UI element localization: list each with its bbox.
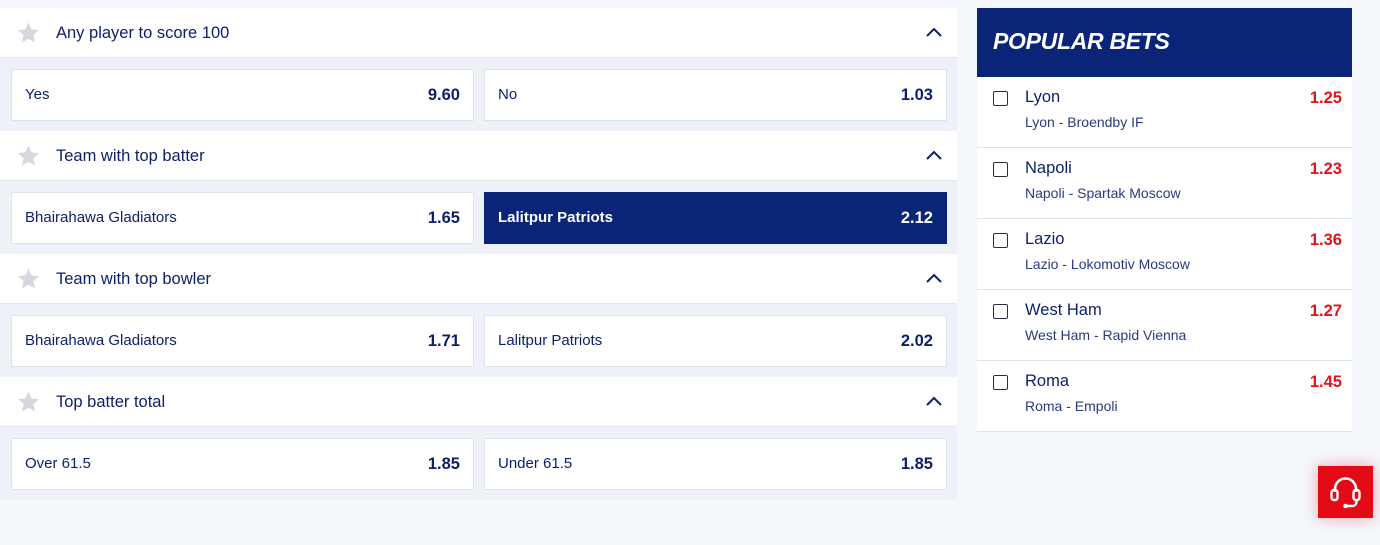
outcome-odd: 1.03 bbox=[900, 86, 933, 104]
market-team-with-top-bowler: Team with top bowler Bhairahawa Gladiato… bbox=[0, 254, 957, 377]
bet-match: Napoli - Spartak Moscow bbox=[1025, 185, 1181, 201]
bet-odd[interactable]: 1.25 bbox=[1310, 89, 1342, 108]
bet-team: Lazio bbox=[1025, 230, 1065, 248]
outcome-name: No bbox=[498, 86, 518, 103]
outcome-odd: 2.02 bbox=[900, 332, 933, 350]
popular-bet-item[interactable]: Lazio Lazio - Lokomotiv Moscow 1.36 bbox=[977, 219, 1352, 290]
market-outcomes: Bhairahawa Gladiators 1.65 Lalitpur Patr… bbox=[0, 181, 957, 254]
bet-odd[interactable]: 1.23 bbox=[1310, 160, 1342, 179]
outcome-button[interactable]: Lalitpur Patriots 2.02 bbox=[484, 315, 947, 367]
bet-checkbox[interactable] bbox=[993, 375, 1008, 390]
star-icon[interactable] bbox=[16, 390, 41, 414]
outcome-button[interactable]: Bhairahawa Gladiators 1.65 bbox=[11, 192, 474, 244]
star-icon[interactable] bbox=[16, 21, 41, 45]
chevron-up-icon[interactable] bbox=[925, 394, 943, 408]
bet-checkbox[interactable] bbox=[993, 233, 1008, 248]
bet-checkbox[interactable] bbox=[993, 304, 1008, 319]
market-outcomes: Bhairahawa Gladiators 1.71 Lalitpur Patr… bbox=[0, 304, 957, 377]
chevron-up-icon[interactable] bbox=[925, 148, 943, 162]
market-title: Team with top batter bbox=[56, 147, 205, 165]
bet-team: West Ham bbox=[1025, 301, 1102, 319]
outcome-name: Bhairahawa Gladiators bbox=[25, 332, 177, 349]
market-title: Top batter total bbox=[56, 393, 166, 411]
bet-team: Napoli bbox=[1025, 159, 1072, 177]
outcome-odd: 1.85 bbox=[427, 455, 460, 473]
outcome-button[interactable]: Bhairahawa Gladiators 1.71 bbox=[11, 315, 474, 367]
bet-match: Lazio - Lokomotiv Moscow bbox=[1025, 256, 1190, 272]
bet-odd[interactable]: 1.36 bbox=[1310, 231, 1342, 250]
outcome-name: Under 61.5 bbox=[498, 455, 573, 472]
bet-team: Lyon bbox=[1025, 88, 1061, 106]
popular-bets-panel: POPULAR BETS Lyon Lyon - Broendby IF 1.2… bbox=[977, 8, 1352, 432]
market-outcomes: Over 61.5 1.85 Under 61.5 1.85 bbox=[0, 427, 957, 500]
outcome-odd: 9.60 bbox=[427, 86, 460, 104]
outcome-name: Bhairahawa Gladiators bbox=[25, 209, 177, 226]
popular-bet-item[interactable]: Roma Roma - Empoli 1.45 bbox=[977, 361, 1352, 432]
outcome-odd: 2.12 bbox=[900, 209, 933, 227]
outcome-name: Yes bbox=[25, 86, 50, 103]
chevron-up-icon[interactable] bbox=[925, 25, 943, 39]
headset-icon bbox=[1330, 477, 1361, 509]
market-team-with-top-batter: Team with top batter Bhairahawa Gladiato… bbox=[0, 131, 957, 254]
popular-bets-title: POPULAR BETS bbox=[977, 8, 1352, 77]
market-any-player-to-score-100: Any player to score 100 Yes 9.60 No 1.03 bbox=[0, 8, 957, 131]
popular-bet-item[interactable]: Lyon Lyon - Broendby IF 1.25 bbox=[977, 77, 1352, 148]
market-header[interactable]: Team with top bowler bbox=[0, 254, 957, 304]
market-header[interactable]: Any player to score 100 bbox=[0, 8, 957, 58]
bet-checkbox[interactable] bbox=[993, 91, 1008, 106]
market-top-batter-total: Top batter total Over 61.5 1.85 Under 61… bbox=[0, 377, 957, 500]
outcome-button[interactable]: No 1.03 bbox=[484, 69, 947, 121]
star-icon[interactable] bbox=[16, 267, 41, 291]
markets-panel: Any player to score 100 Yes 9.60 No 1.03… bbox=[0, 8, 957, 500]
bet-match: Lyon - Broendby IF bbox=[1025, 114, 1144, 130]
support-button[interactable] bbox=[1318, 466, 1373, 518]
bet-match: West Ham - Rapid Vienna bbox=[1025, 327, 1187, 343]
market-title: Any player to score 100 bbox=[56, 24, 230, 42]
outcome-button[interactable]: Over 61.5 1.85 bbox=[11, 438, 474, 490]
bet-match: Roma - Empoli bbox=[1025, 398, 1118, 414]
popular-bet-item[interactable]: Napoli Napoli - Spartak Moscow 1.23 bbox=[977, 148, 1352, 219]
bet-odd[interactable]: 1.27 bbox=[1310, 302, 1342, 321]
outcome-name: Lalitpur Patriots bbox=[498, 209, 614, 226]
market-header[interactable]: Top batter total bbox=[0, 377, 957, 427]
outcome-odd: 1.65 bbox=[427, 209, 460, 227]
market-title: Team with top bowler bbox=[56, 270, 211, 288]
outcome-button[interactable]: Under 61.5 1.85 bbox=[484, 438, 947, 490]
outcome-button-selected[interactable]: Lalitpur Patriots 2.12 bbox=[484, 192, 947, 244]
market-outcomes: Yes 9.60 No 1.03 bbox=[0, 58, 957, 131]
popular-bet-item[interactable]: West Ham West Ham - Rapid Vienna 1.27 bbox=[977, 290, 1352, 361]
outcome-name: Lalitpur Patriots bbox=[498, 332, 603, 349]
star-icon[interactable] bbox=[16, 144, 41, 168]
outcome-odd: 1.85 bbox=[900, 455, 933, 473]
outcome-name: Over 61.5 bbox=[25, 455, 91, 472]
bet-checkbox[interactable] bbox=[993, 162, 1008, 177]
chevron-up-icon[interactable] bbox=[925, 271, 943, 285]
outcome-odd: 1.71 bbox=[427, 332, 460, 350]
market-header[interactable]: Team with top batter bbox=[0, 131, 957, 181]
bet-team: Roma bbox=[1025, 372, 1070, 390]
bet-odd[interactable]: 1.45 bbox=[1310, 373, 1342, 392]
outcome-button[interactable]: Yes 9.60 bbox=[11, 69, 474, 121]
